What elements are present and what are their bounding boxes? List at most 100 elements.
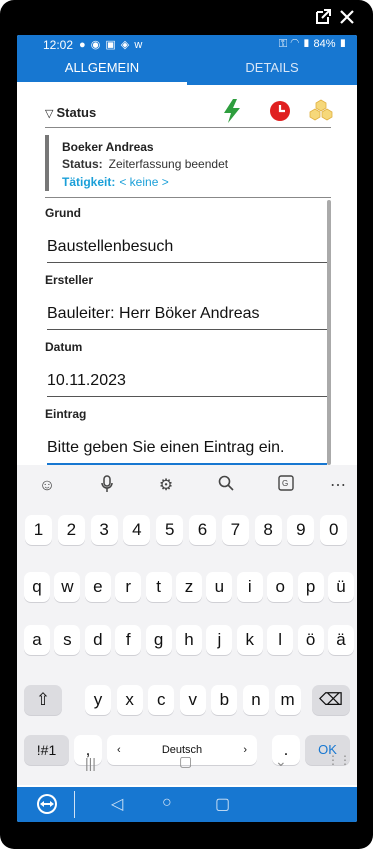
- letter-key[interactable]: r: [115, 572, 142, 602]
- battery-percent: 84%: [313, 38, 336, 50]
- letter-key[interactable]: n: [243, 685, 269, 715]
- eintrag-label: Eintrag: [45, 407, 87, 421]
- number-key[interactable]: 7: [221, 515, 249, 545]
- number-key[interactable]: 6: [189, 515, 216, 545]
- nav-home-icon[interactable]: ○: [162, 794, 172, 812]
- letter-key[interactable]: b: [211, 685, 238, 715]
- letter-key[interactable]: ä: [328, 625, 354, 655]
- back-chevron-icon[interactable]: ⌄: [275, 753, 287, 770]
- status-bar: 12:02 ● ◉ ▣ ◈ w ⚿ ◠ ▮ 84% ▮: [17, 35, 357, 55]
- letter-key[interactable]: p: [297, 572, 324, 602]
- letter-key[interactable]: z: [176, 572, 202, 602]
- letter-key[interactable]: o: [267, 572, 294, 602]
- datum-label: Datum: [45, 340, 83, 354]
- divider: [74, 791, 75, 818]
- teamviewer-icon[interactable]: [36, 793, 58, 815]
- system-icons: ⚿ ◠ ▮ 84% ▮: [279, 38, 347, 51]
- tab-allgemein[interactable]: ALLGEMEIN: [17, 60, 187, 75]
- lightning-icon[interactable]: [222, 99, 242, 128]
- letter-key[interactable]: e: [84, 572, 111, 602]
- grund-field[interactable]: Baustellenbesuch: [47, 238, 327, 263]
- letter-key[interactable]: k: [236, 625, 263, 655]
- letter-key[interactable]: q: [24, 572, 50, 602]
- status-line: Status: Zeiterfassung beendet: [62, 157, 228, 171]
- recents-icon[interactable]: |||: [85, 755, 96, 771]
- letter-key[interactable]: c: [148, 685, 175, 715]
- number-key[interactable]: 0: [320, 515, 348, 545]
- ersteller-label: Ersteller: [45, 273, 94, 287]
- status-section-header[interactable]: ▽ Status: [45, 105, 96, 120]
- notification-icons: ● ◉ ▣ ◈ w: [79, 39, 144, 51]
- divider: [45, 197, 331, 198]
- number-key[interactable]: 3: [90, 515, 118, 545]
- remote-nav-bar: ◁ ○ ▢: [17, 787, 357, 822]
- number-key[interactable]: 1: [25, 515, 52, 545]
- close-icon[interactable]: [338, 8, 356, 29]
- collapse-toggle-icon: ▽: [45, 108, 54, 120]
- search-icon[interactable]: [215, 475, 237, 497]
- letter-key[interactable]: x: [116, 685, 143, 715]
- letter-key[interactable]: h: [176, 625, 202, 655]
- divider: [45, 127, 331, 128]
- system-nav-bar: ||| ▢ ⌄ ⋮⋮: [17, 745, 357, 785]
- more-icon[interactable]: ⋯: [327, 475, 349, 497]
- letter-key[interactable]: t: [145, 572, 172, 602]
- letter-key[interactable]: a: [24, 625, 50, 655]
- letter-key[interactable]: g: [145, 625, 172, 655]
- grund-label: Grund: [45, 206, 81, 220]
- letter-key[interactable]: i: [236, 572, 263, 602]
- letter-key[interactable]: f: [115, 625, 142, 655]
- ersteller-field[interactable]: Bauleiter: Herr Böker Andreas: [47, 305, 327, 330]
- device-frame: 12:02 ● ◉ ▣ ◈ w ⚿ ◠ ▮ 84% ▮ ALLGEMEIN DE…: [0, 0, 373, 849]
- card-accent-bar: [45, 135, 49, 191]
- letter-key[interactable]: ü: [328, 572, 354, 602]
- letter-key[interactable]: ö: [297, 625, 324, 655]
- nav-recents-icon[interactable]: ▢: [215, 794, 230, 814]
- status-time: 12:02: [43, 38, 74, 52]
- microphone-icon[interactable]: [96, 475, 118, 497]
- letter-key[interactable]: d: [84, 625, 111, 655]
- tab-bar: ALLGEMEIN DETAILS: [17, 55, 357, 85]
- letter-key[interactable]: j: [206, 625, 233, 655]
- employee-name: Boeker Andreas: [62, 140, 154, 154]
- tab-details[interactable]: DETAILS: [187, 60, 357, 75]
- letter-key[interactable]: s: [54, 625, 81, 655]
- letter-key[interactable]: w: [54, 572, 81, 602]
- cubes-icon[interactable]: [309, 99, 333, 126]
- number-key[interactable]: 8: [254, 515, 282, 545]
- datum-field[interactable]: 10.11.2023: [47, 372, 327, 397]
- eintrag-field[interactable]: Bitte geben Sie einen Eintrag ein.: [47, 439, 327, 465]
- clock-icon[interactable]: [269, 100, 291, 127]
- external-link-icon[interactable]: [314, 8, 332, 29]
- form-content: ▽ Status Boeker Andreas Status: Zeiterfass…: [17, 85, 357, 465]
- letter-key[interactable]: y: [85, 685, 111, 715]
- wifi-icon: ◠: [290, 38, 300, 50]
- activity-line[interactable]: Tätigkeit: < keine >: [62, 175, 169, 189]
- battery-icon: ▮: [338, 38, 347, 50]
- svg-text:G: G: [282, 479, 288, 488]
- status-value: Zeiterfassung beendet: [108, 157, 229, 171]
- nav-back-icon[interactable]: ◁: [111, 794, 123, 814]
- activity-label: Tätigkeit:: [62, 175, 116, 189]
- signal-icon: ▮: [302, 38, 311, 50]
- number-key[interactable]: 9: [287, 515, 315, 545]
- on-screen-keyboard: ☺ ⚙ G ⋯ 1234567890 qwertzuiopü asdfghjkl…: [17, 465, 357, 785]
- home-icon[interactable]: ▢: [179, 753, 192, 770]
- letter-key[interactable]: m: [274, 685, 301, 715]
- letter-key[interactable]: v: [179, 685, 206, 715]
- translate-icon[interactable]: G: [275, 475, 297, 497]
- backspace-key[interactable]: ⌫: [312, 685, 350, 715]
- settings-icon[interactable]: ⚙: [155, 475, 177, 497]
- number-key[interactable]: 2: [57, 515, 85, 545]
- keyboard-toolbar: ☺ ⚙ G ⋯: [17, 465, 357, 507]
- emoji-icon[interactable]: ☺: [36, 475, 58, 497]
- number-key[interactable]: 4: [123, 515, 151, 545]
- letter-key[interactable]: l: [267, 625, 294, 655]
- status-label: Status:: [62, 157, 103, 171]
- letter-key[interactable]: u: [206, 572, 233, 602]
- scrollbar[interactable]: [327, 200, 331, 465]
- key-icon: ⚿: [278, 38, 288, 50]
- shift-key[interactable]: ⇧: [24, 685, 62, 715]
- number-key[interactable]: 5: [156, 515, 184, 545]
- keyboard-hide-icon[interactable]: ⋮⋮: [327, 753, 351, 767]
